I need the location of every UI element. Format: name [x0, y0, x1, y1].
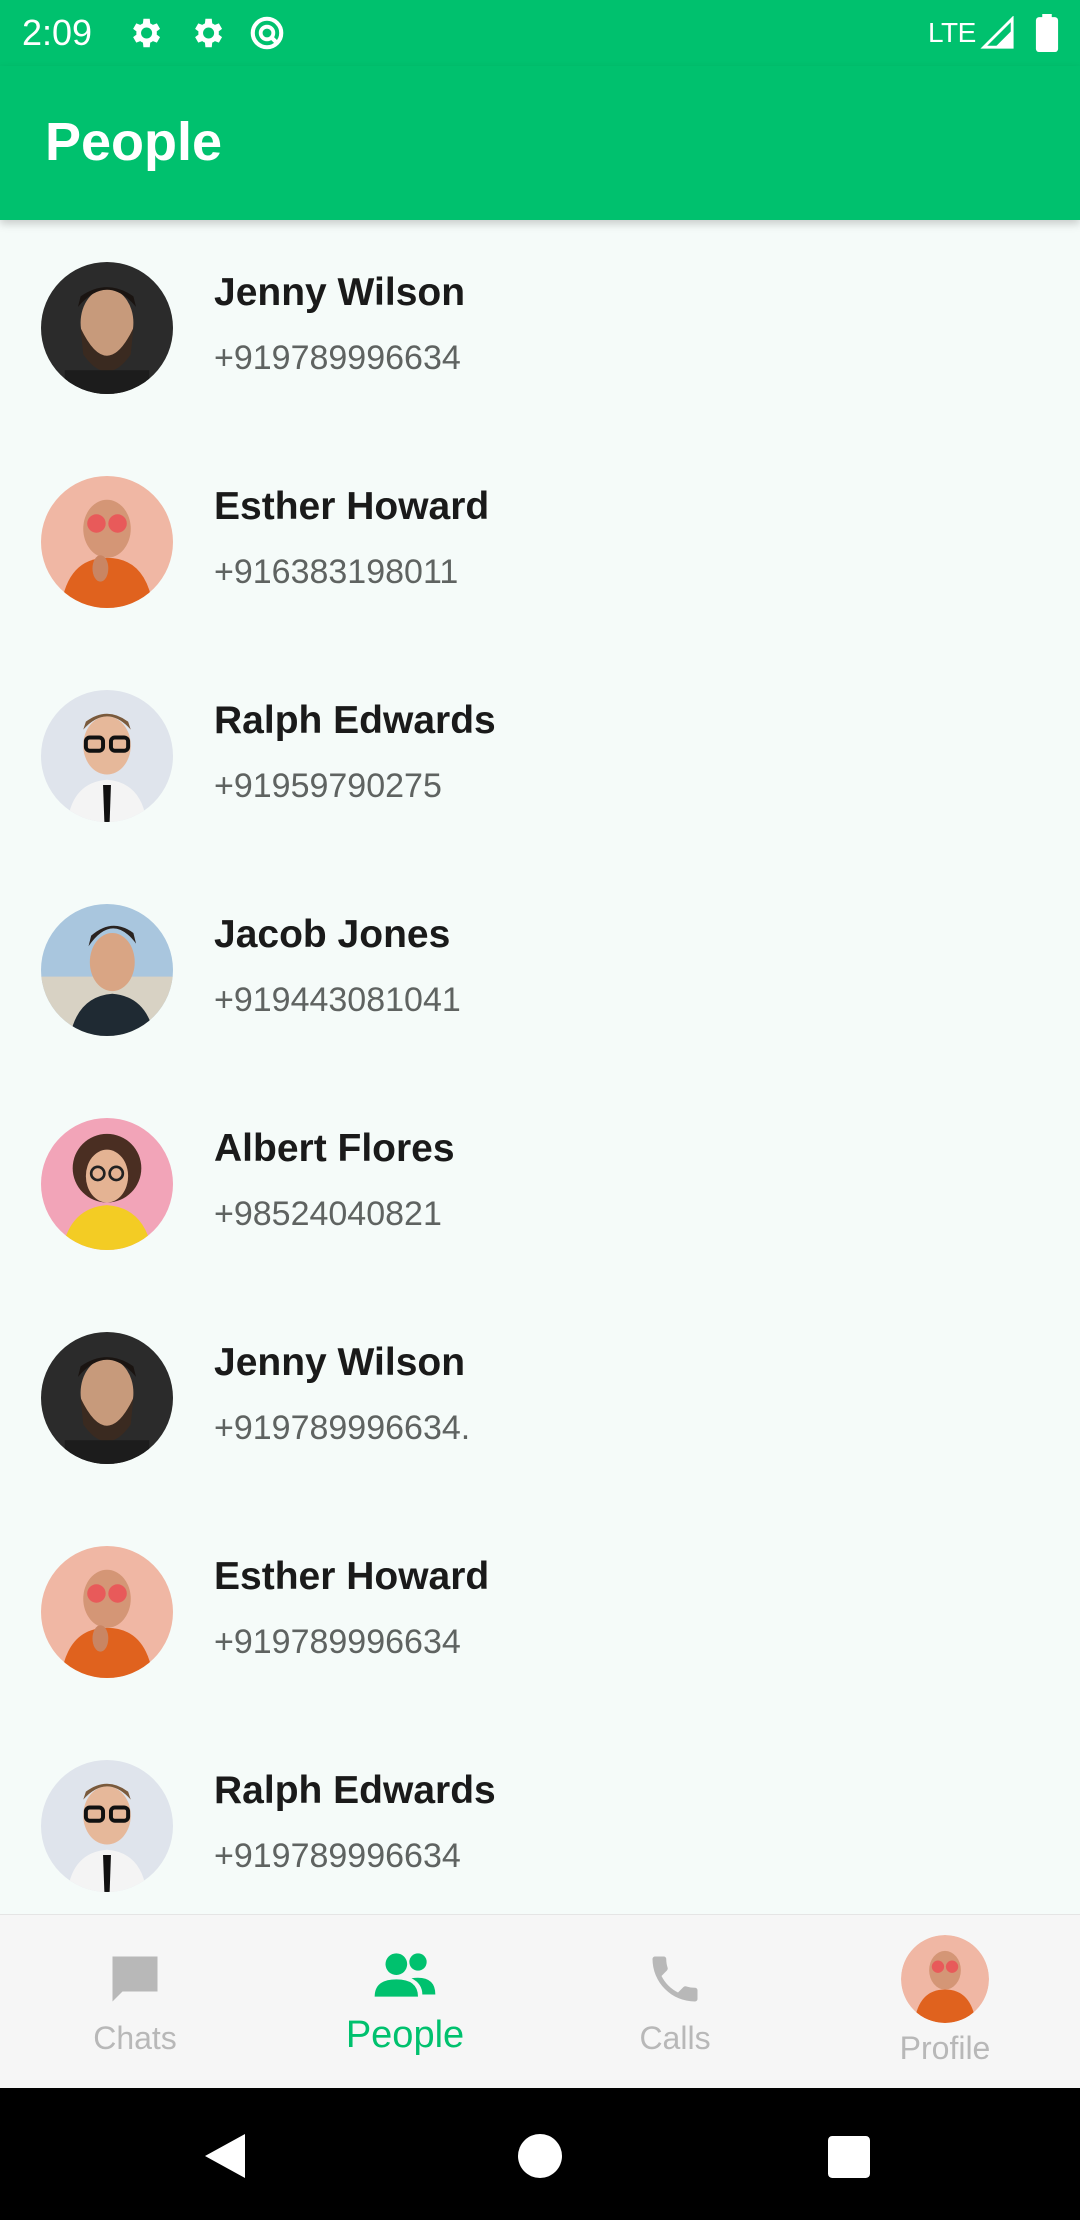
sync-icon	[250, 16, 284, 50]
list-item[interactable]: Esther Howard +916383198011	[0, 434, 1080, 648]
contact-phone: +919443081041	[214, 981, 461, 1019]
gear-icon	[195, 18, 223, 48]
people-icon	[374, 1953, 436, 1997]
app-bar: People	[0, 66, 1080, 220]
contact-name: Jenny Wilson	[214, 1341, 466, 1384]
back-icon[interactable]	[204, 2134, 246, 2178]
sunglasses-man-avatar	[41, 1546, 173, 1678]
contact-name: Esther Howard	[214, 1555, 490, 1598]
list-item[interactable]: Ralph Edwards +919789996634	[0, 1718, 1080, 1914]
contact-phone: +919789996634	[214, 1837, 461, 1875]
curly-woman-avatar	[41, 1118, 173, 1250]
network-label: LTE	[928, 17, 976, 48]
home-icon[interactable]	[518, 2134, 562, 2178]
list-item[interactable]: Esther Howard +919789996634	[0, 1504, 1080, 1718]
gear-icon	[133, 18, 161, 48]
contact-phone: +919789996634	[214, 339, 461, 377]
signal-icon	[980, 16, 1014, 49]
contact-phone: +916383198011	[214, 553, 459, 591]
contact-phone: +919789996634.	[214, 1409, 471, 1447]
battery-icon	[1035, 14, 1059, 52]
bottom-navigation: Chats People Calls Profile	[0, 1914, 1080, 2088]
contact-name: Ralph Edwards	[214, 699, 496, 742]
contact-name: Albert Flores	[214, 1127, 455, 1170]
bearded-man-avatar	[41, 262, 173, 394]
tab-profile[interactable]: Profile	[810, 1915, 1080, 2089]
tab-people[interactable]: People	[270, 1915, 540, 2089]
profile-avatar	[901, 1935, 989, 2023]
glasses-man-avatar	[41, 690, 173, 822]
status-time: 2:09	[22, 12, 93, 53]
phone-icon	[652, 1956, 698, 2002]
list-item[interactable]: Albert Flores +98524040821	[0, 1076, 1080, 1290]
list-item[interactable]: Jenny Wilson +919789996634.	[0, 1290, 1080, 1504]
tab-label: People	[345, 2014, 465, 2056]
contact-name: Jacob Jones	[214, 913, 451, 956]
contact-name: Ralph Edwards	[214, 1769, 496, 1812]
page-title: People	[45, 112, 223, 172]
glasses-man-avatar	[41, 1760, 173, 1892]
contact-name: Jenny Wilson	[214, 271, 466, 314]
list-item[interactable]: Ralph Edwards +91959790275	[0, 648, 1080, 862]
contact-name: Esther Howard	[214, 485, 490, 528]
man-outdoor-avatar	[41, 904, 173, 1036]
recents-icon[interactable]	[828, 2136, 870, 2178]
sunglasses-man-avatar	[41, 476, 173, 608]
list-item[interactable]: Jacob Jones +919443081041	[0, 862, 1080, 1076]
tab-label: Calls	[639, 2020, 711, 2056]
bearded-man-avatar	[41, 1332, 173, 1464]
tab-label: Chats	[93, 2020, 177, 2056]
tab-calls[interactable]: Calls	[540, 1915, 810, 2089]
tab-chats[interactable]: Chats	[0, 1915, 270, 2089]
contact-phone: +919789996634	[214, 1623, 461, 1661]
chat-icon	[112, 1956, 158, 2002]
status-bar: 2:09 LTE	[0, 0, 1080, 66]
tab-label: Profile	[899, 2030, 991, 2066]
contact-phone: +91959790275	[214, 767, 442, 805]
system-navigation-bar	[0, 2088, 1080, 2220]
contact-phone: +98524040821	[214, 1195, 442, 1233]
list-item[interactable]: Jenny Wilson +919789996634	[0, 220, 1080, 434]
contact-list[interactable]: Jenny Wilson +919789996634 Esther Howard…	[0, 220, 1080, 1914]
